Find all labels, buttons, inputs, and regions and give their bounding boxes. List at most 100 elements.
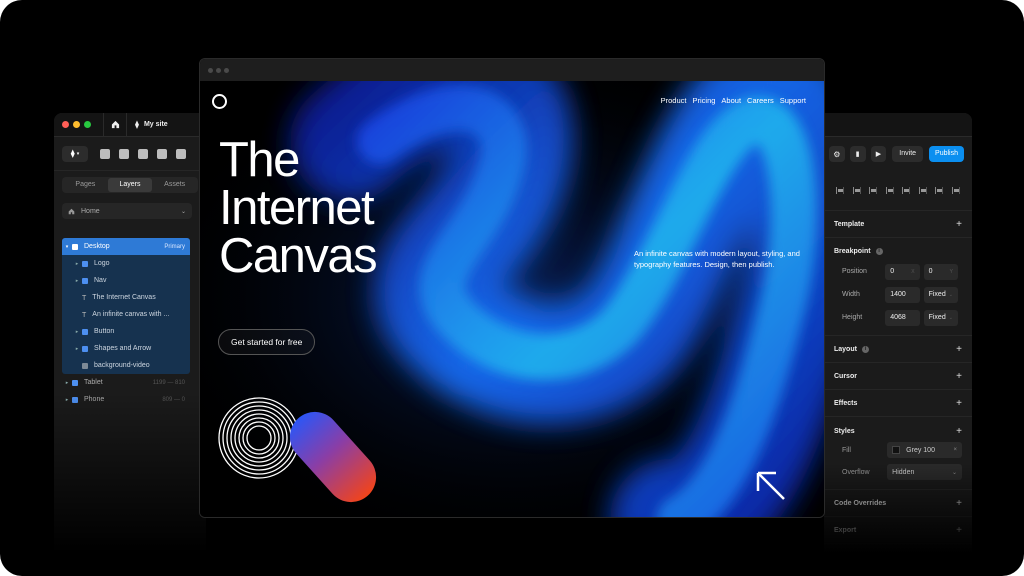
close-icon[interactable]: × <box>953 447 957 453</box>
expand-arrow-icon[interactable]: ▾ <box>62 244 72 250</box>
layout-section[interactable]: Layout i + <box>824 336 972 363</box>
preview-button[interactable]: ▶ <box>870 146 887 162</box>
layer-button[interactable]: ▸ Button <box>62 323 190 340</box>
layer-phone[interactable]: ▸ Phone 809 — 0 <box>62 391 190 408</box>
layer-desktop[interactable]: ▾ Desktop Primary <box>62 238 190 255</box>
position-y-field[interactable]: 0Y <box>923 263 958 280</box>
insert-icon[interactable] <box>100 148 110 159</box>
overflow-select[interactable]: Hidden ⌄ <box>887 464 962 480</box>
minimize-window-button[interactable] <box>73 121 80 128</box>
field-value: Hidden <box>892 468 915 476</box>
nav-careers[interactable]: Careers <box>747 96 774 105</box>
expand-arrow-icon[interactable]: ▸ <box>72 329 82 335</box>
section-title: Export <box>834 526 857 534</box>
align-top-icon[interactable] <box>885 187 894 194</box>
hero-title-line: Internet <box>219 181 375 235</box>
distribute-v-icon[interactable] <box>951 187 960 194</box>
expand-arrow-icon[interactable]: ▸ <box>72 346 82 352</box>
height-field[interactable]: 4068 <box>885 309 920 326</box>
field-value: 0 <box>890 268 895 275</box>
right-panel: ⚙ ▮ ▶ Invite Publish Template + Breakpoi… <box>824 113 972 553</box>
align-right-icon[interactable] <box>869 187 878 194</box>
main-menu-button[interactable]: ⧫ ▾ <box>62 145 88 162</box>
layer-description-text[interactable]: T An infinite canvas with ... <box>62 306 190 323</box>
overflow-label: Overflow <box>842 468 870 476</box>
export-section[interactable]: Export + <box>824 517 972 544</box>
site-nav: Product Pricing About Careers Support <box>655 96 806 105</box>
align-bottom-icon[interactable] <box>918 187 927 194</box>
site-name: My site <box>143 121 168 128</box>
layer-title-text[interactable]: T The Internet Canvas <box>62 289 190 306</box>
expand-arrow-icon[interactable]: ▸ <box>62 380 72 386</box>
layout-title-wrap: Layout i <box>834 345 956 353</box>
home-icon <box>111 120 119 129</box>
plus-icon[interactable]: + <box>956 498 962 509</box>
height-mode-select[interactable]: Fixed ⌄ <box>923 309 958 326</box>
layer-name: Shapes and Arrow <box>94 345 152 352</box>
align-left-icon[interactable] <box>836 187 845 194</box>
analytics-button[interactable]: ▮ <box>849 146 866 162</box>
publish-button[interactable]: Publish <box>929 146 964 162</box>
text-icon: T <box>82 294 87 302</box>
code-overrides-section[interactable]: Code Overrides + <box>824 490 972 517</box>
fill-field[interactable]: Grey 100 × <box>887 442 962 458</box>
cursor-section[interactable]: Cursor + <box>824 363 972 390</box>
browser-titlebar <box>200 59 824 81</box>
expand-arrow-icon[interactable]: ▸ <box>62 397 72 403</box>
effects-section[interactable]: Effects + <box>824 390 972 417</box>
plus-icon[interactable]: + <box>956 371 962 382</box>
tab-layers[interactable]: Layers <box>107 178 153 192</box>
nav-about[interactable]: About <box>721 96 741 105</box>
text-icon[interactable] <box>138 148 148 159</box>
nav-pricing[interactable]: Pricing <box>692 96 715 105</box>
width-field[interactable]: 1400 <box>885 286 920 303</box>
plus-icon[interactable]: + <box>956 426 962 437</box>
site-logo[interactable] <box>212 94 227 109</box>
position-x-field[interactable]: 0X <box>885 263 920 280</box>
layer-shapes[interactable]: ▸ Shapes and Arrow <box>62 340 190 357</box>
overflow-row: Overflow Hidden ⌄ <box>834 461 962 483</box>
nav-support[interactable]: Support <box>780 96 806 105</box>
layer-name: Tablet <box>84 379 103 386</box>
page-select[interactable]: Home ⌄ <box>62 203 192 219</box>
align-center-v-icon[interactable] <box>902 187 911 194</box>
plus-icon[interactable]: + <box>956 344 962 355</box>
expand-arrow-icon[interactable]: ▸ <box>72 278 82 284</box>
settings-button[interactable]: ⚙ <box>829 146 845 162</box>
tab-pages[interactable]: Pages <box>63 178 108 192</box>
field-value: 4068 <box>890 314 906 321</box>
field-value: 1400 <box>890 291 906 298</box>
invite-button[interactable]: Invite <box>892 146 924 162</box>
plus-icon[interactable]: + <box>956 219 962 230</box>
home-tab[interactable] <box>103 113 127 137</box>
y-suffix: Y <box>949 268 953 275</box>
left-titlebar: ⧫ My site <box>54 113 206 137</box>
maximize-window-button[interactable] <box>84 121 91 128</box>
nav-product[interactable]: Product <box>661 96 687 105</box>
layer-tablet[interactable]: ▸ Tablet 1199 — 810 <box>62 374 190 391</box>
alignment-toolbar <box>824 171 972 211</box>
cms-icon[interactable] <box>157 148 167 159</box>
window-dot <box>224 67 229 73</box>
expand-arrow-icon[interactable]: ▸ <box>72 261 82 267</box>
layer-video[interactable]: background-video <box>62 357 190 374</box>
components-icon[interactable] <box>176 148 186 159</box>
align-center-h-icon[interactable] <box>852 187 861 194</box>
template-section[interactable]: Template + <box>824 211 972 238</box>
info-icon[interactable]: i <box>875 247 883 255</box>
width-mode-select[interactable]: Fixed ⌄ <box>923 286 958 303</box>
distribute-h-icon[interactable] <box>935 187 944 194</box>
get-started-button[interactable]: Get started for free <box>218 329 316 355</box>
layer-logo[interactable]: ▸ Logo <box>62 255 190 272</box>
close-window-button[interactable] <box>62 121 69 128</box>
framer-logo-icon: ⧫ <box>70 149 75 158</box>
layer-nav[interactable]: ▸ Nav <box>62 272 190 289</box>
left-panel: ⧫ My site ⧫▾ Pages Layers Assets Home ⌄ <box>54 113 206 553</box>
plus-icon[interactable]: + <box>956 398 962 409</box>
info-icon[interactable]: i <box>861 345 869 353</box>
layout-icon[interactable] <box>119 148 129 159</box>
plus-icon[interactable]: + <box>956 525 962 536</box>
tab-assets[interactable]: Assets <box>152 178 197 192</box>
site-tab[interactable]: ⧫ My site <box>127 120 168 129</box>
framer-logo-icon: ⧫ <box>135 120 139 129</box>
